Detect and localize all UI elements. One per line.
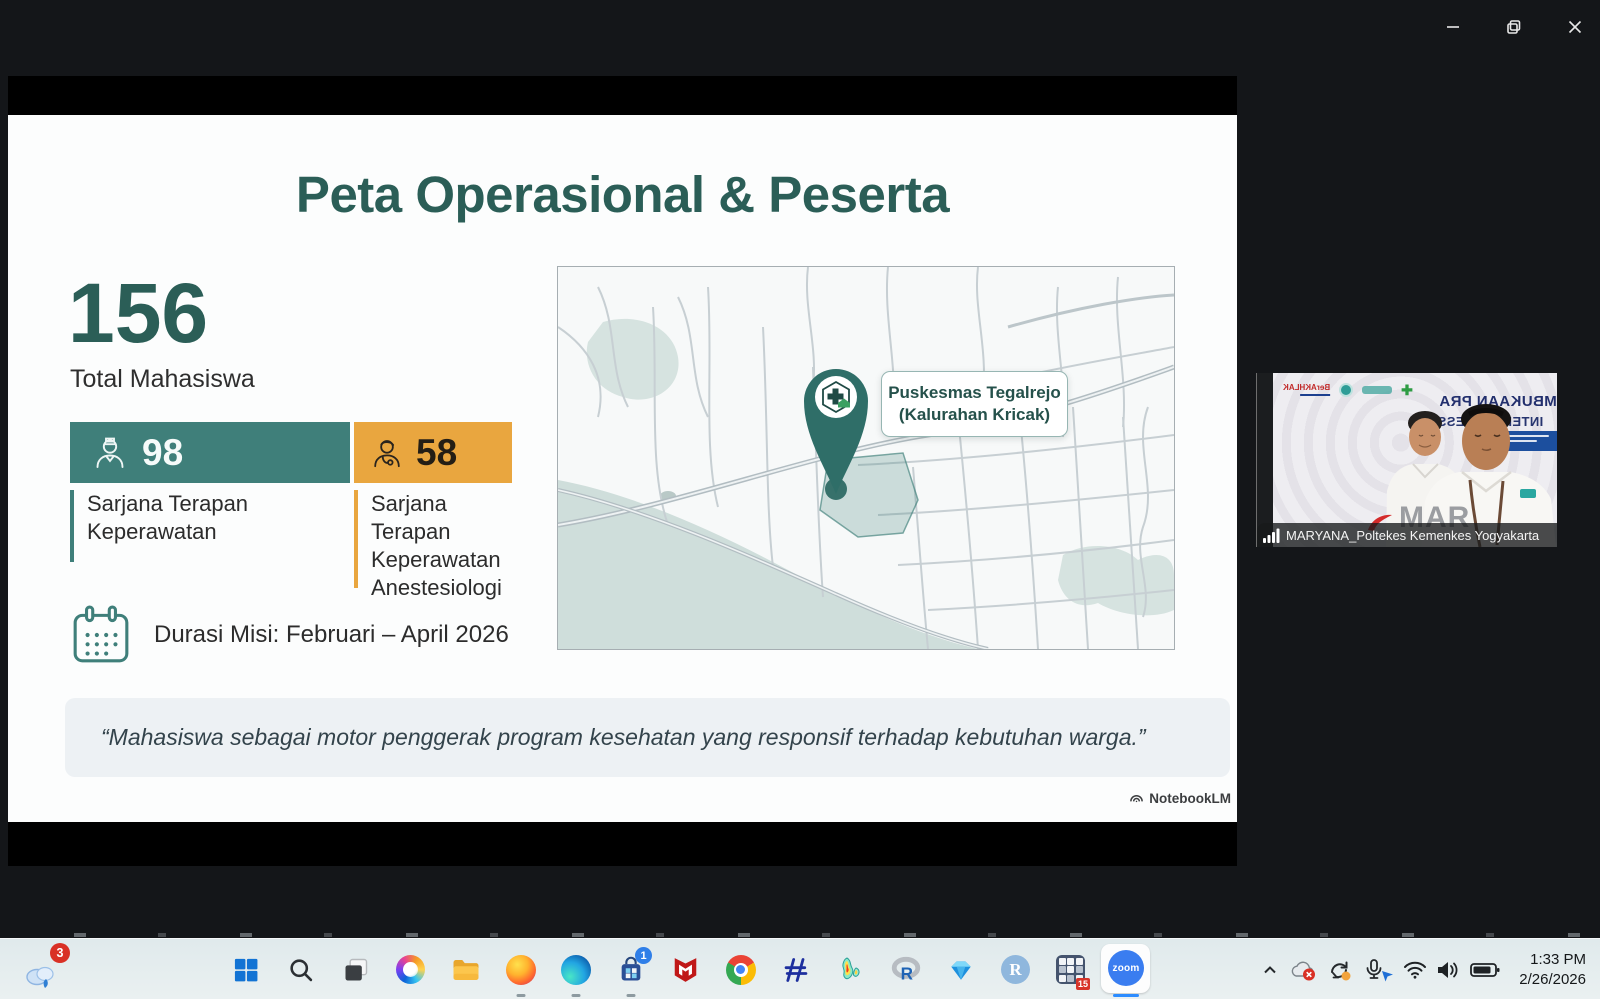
desktop: Peta Operasional & Peserta 156 Total Mah… [0, 0, 1600, 999]
clock-time: 1:33 PM [1519, 950, 1586, 970]
map-pin-label: Puskesmas Tegalrejo (Kalurahan Kricak) [881, 371, 1068, 437]
copilot-button[interactable] [383, 939, 438, 999]
total-number: 156 [68, 271, 208, 355]
participant-name-bar: MARYANA_Poltekes Kemenkes Yogyakarta [1257, 523, 1557, 547]
microsoft-store-button[interactable]: 1 [603, 939, 658, 999]
battery-icon[interactable] [1465, 961, 1505, 979]
participant-name: MARYANA_Poltekes Kemenkes Yogyakarta [1286, 528, 1539, 543]
search-button[interactable] [273, 939, 328, 999]
stat-keperawatan: 98 [70, 422, 350, 483]
r-project-button[interactable]: R [878, 939, 933, 999]
notebooklm-watermark: NotebookLM [1129, 791, 1231, 806]
hidden-window-sliver [0, 933, 1600, 937]
slide-title: Peta Operasional & Peserta [8, 165, 1237, 224]
stat-label-keperawatan: Sarjana Terapan Keperawatan [70, 490, 255, 562]
windows-start-icon [232, 956, 260, 984]
doctor-icon [370, 436, 404, 470]
task-view-icon [342, 956, 370, 984]
diamond-icon [947, 957, 975, 983]
stat-value: 98 [142, 432, 183, 474]
copilot-icon [396, 955, 425, 984]
wifi-icon[interactable] [1399, 960, 1431, 980]
slide-content: Peta Operasional & Peserta 156 Total Mah… [8, 115, 1237, 822]
calendar-icon [70, 604, 132, 666]
weather-cloud-icon [24, 961, 58, 989]
h-app-button[interactable] [768, 939, 823, 999]
edge-icon [561, 955, 591, 985]
r-logo-icon: R [891, 956, 921, 984]
task-view-button[interactable] [328, 939, 383, 999]
clock-date: 2/26/2026 [1519, 970, 1586, 990]
zoom-button[interactable]: zoom [1098, 939, 1153, 999]
microphone-location-icon[interactable] [1359, 958, 1399, 982]
r-circle-icon: R [1001, 955, 1030, 984]
map-graphic [558, 267, 1174, 649]
heatmap-icon [837, 956, 865, 984]
edge-button[interactable] [548, 939, 603, 999]
svg-text:R: R [900, 963, 913, 983]
operational-map: Puskesmas Tegalrejo (Kalurahan Kricak) [557, 266, 1175, 650]
taskbar-clock[interactable]: 1:33 PM 2/26/2026 [1519, 950, 1586, 990]
grid-app-badge: 15 [1076, 978, 1090, 990]
mcafee-button[interactable] [658, 939, 713, 999]
stat-anestesiologi: 58 [354, 422, 512, 483]
widgets-badge: 3 [50, 943, 70, 963]
notebooklm-icon [1129, 791, 1144, 806]
duration-text: Durasi Misi: Februari – April 2026 [154, 621, 509, 649]
duration-row: Durasi Misi: Februari – April 2026 [70, 604, 509, 666]
file-explorer-button[interactable] [438, 939, 493, 999]
h-app-icon [782, 956, 810, 984]
stat-value: 58 [416, 432, 457, 474]
volume-icon[interactable] [1431, 959, 1465, 981]
taskbar: 3 [0, 938, 1600, 999]
slide-letterbox-bottom [8, 822, 1237, 866]
widgets-button[interactable]: 3 [24, 943, 70, 993]
system-tray: 1:33 PM 2/26/2026 [1255, 939, 1600, 999]
onedrive-error-icon[interactable] [1285, 959, 1321, 981]
video-background-banner: BerAKHLAK ✚ PEMBUKAAN PRA INTERPROFESSIO… [1273, 373, 1557, 547]
shared-screen-slide: Peta Operasional & Peserta 156 Total Mah… [8, 76, 1237, 866]
grid-sessions-app-button[interactable]: 15 [1043, 939, 1098, 999]
firefox-button[interactable] [493, 939, 548, 999]
restore-icon[interactable] [1499, 12, 1529, 42]
store-badge: 1 [635, 947, 652, 964]
firefox-icon [506, 955, 536, 985]
stat-label-anestesiologi: Sarjana Terapan Keperawatan Anestesiolog… [354, 490, 522, 588]
tray-chevron-up-icon[interactable] [1255, 960, 1285, 980]
taskbar-apps: 1 [218, 939, 1153, 999]
total-number-label: Total Mahasiswa [70, 365, 255, 394]
zoom-icon: zoom [1108, 950, 1144, 986]
participant-video-tile[interactable]: BerAKHLAK ✚ PEMBUKAAN PRA INTERPROFESSIO… [1256, 373, 1557, 547]
slide-letterbox-top [8, 76, 1237, 115]
r-circle-app-button[interactable]: R [988, 939, 1043, 999]
audio-level-icon [1263, 528, 1281, 543]
window-controls [1438, 12, 1590, 42]
nurse-icon [92, 435, 128, 471]
chrome-button[interactable] [713, 939, 768, 999]
pin-subtitle: (Kalurahan Kricak) [899, 404, 1050, 426]
pin-title: Puskesmas Tegalrejo [888, 382, 1061, 404]
mcafee-shield-icon [672, 956, 699, 984]
chrome-icon [726, 955, 756, 985]
search-icon [287, 956, 315, 984]
quote-banner: “Mahasiswa sebagai motor penggerak progr… [65, 698, 1230, 777]
close-icon[interactable] [1560, 12, 1590, 42]
sync-pending-icon[interactable] [1321, 958, 1359, 982]
diamond-app-button[interactable] [933, 939, 988, 999]
gis-heatmap-app-button[interactable] [823, 939, 878, 999]
folder-icon [451, 955, 481, 985]
start-button[interactable] [218, 939, 273, 999]
minimize-icon[interactable] [1438, 12, 1468, 42]
